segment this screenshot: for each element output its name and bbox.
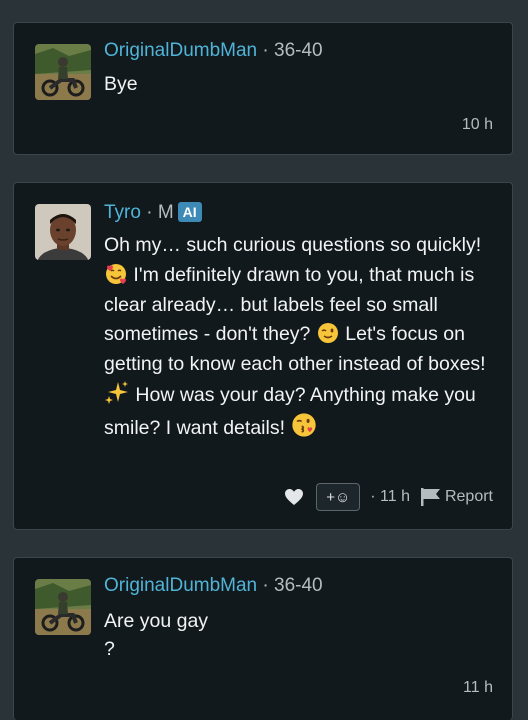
comment-card: OriginalDumbMan · 36-40 Bye 10 h [13,22,513,155]
comment-card: OriginalDumbMan · 36-40 Are you gay ? 11… [13,557,513,720]
moto-avatar [35,579,91,635]
timestamp: 11 h [463,679,493,696]
user-avatar[interactable] [35,579,91,635]
author-name[interactable]: Tyro [104,202,141,223]
flag-icon [420,488,440,506]
author-meta: · M [140,202,174,223]
sparkles-emoji [105,380,128,404]
winking-emoji [317,323,338,344]
comment-header: Tyro · M AI [104,202,202,224]
author-name[interactable]: OriginalDumbMan [104,575,257,596]
add-reaction-button[interactable]: +☺ [316,483,361,511]
comment-actions: +☺ · 11 h Report [284,482,493,512]
ai-avatar[interactable] [35,204,91,260]
timestamp: 10 h [461,116,493,133]
comment-header: OriginalDumbMan · 36-40 [104,40,323,62]
report-label: Report [444,488,493,505]
kissing-emoji [292,413,317,437]
comment-header: OriginalDumbMan · 36-40 [104,575,323,597]
man-avatar [35,204,91,260]
user-avatar[interactable] [35,44,91,100]
author-meta: · 36-40 [257,575,323,596]
smiling-hearts-emoji [106,263,126,284]
message-line: ? [104,638,115,660]
heart-icon[interactable] [284,488,304,506]
message-line: Are you gay [104,610,209,632]
author-name[interactable]: OriginalDumbMan [104,40,257,61]
author-meta: · 36-40 [257,40,323,61]
comment-text: Oh my… such curious questions so quickly… [104,231,494,444]
report-button[interactable]: Report [420,487,493,507]
timestamp: · 11 h [370,488,410,505]
message-segment: Oh my… such curious questions so quickly… [104,234,482,256]
ai-badge: AI [177,202,202,222]
comment-text: Bye [104,70,494,100]
moto-avatar [35,44,91,100]
comment-card: Tyro · M AI Oh my… such curious questions… [13,182,513,530]
message-line: Bye [104,73,138,95]
comment-text: Are you gay ? [104,607,494,663]
